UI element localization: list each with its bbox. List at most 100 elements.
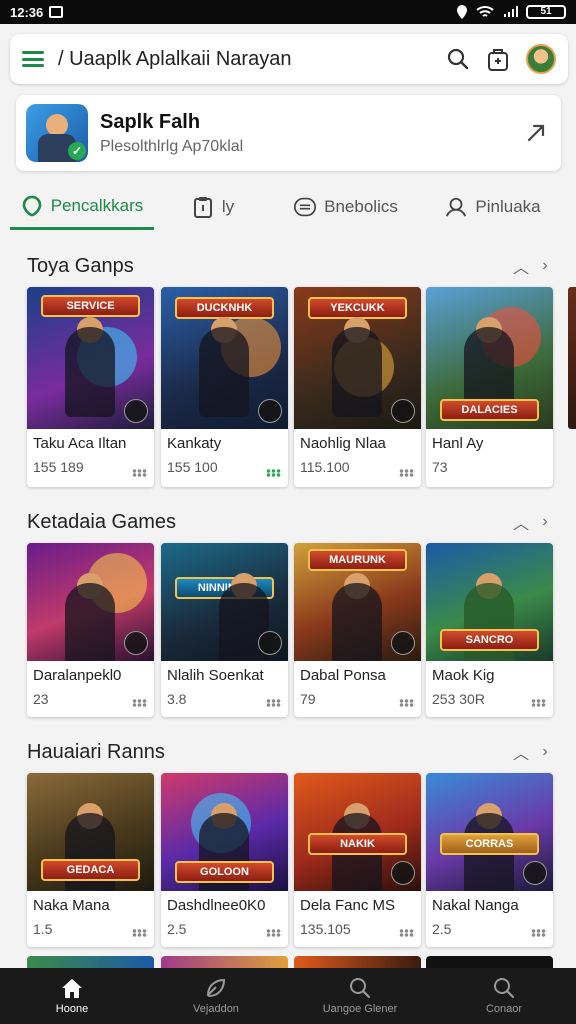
game-art: CORRAS	[426, 773, 553, 891]
game-card[interactable]: DUCKNHK Kankaty 155 100	[161, 287, 288, 487]
chevron-up-icon[interactable]: ︿	[513, 259, 529, 277]
search-icon	[348, 977, 372, 999]
game-card[interactable]: YEKCUKK Naohlig Nlaa 115.100	[294, 287, 421, 487]
game-name: Nlalih Soenkat	[167, 667, 264, 684]
more-icon[interactable]	[531, 699, 547, 707]
open-arrow-icon[interactable]	[521, 118, 551, 148]
app-card[interactable]: ✓ Saplk Falh Plesolthlrlg Ap70klal	[16, 95, 561, 171]
nav-vejaddon[interactable]: Vejaddon	[144, 968, 288, 1024]
game-badge-icon	[258, 631, 282, 655]
game-banner: DALACIES	[440, 399, 539, 421]
game-name: Daralanpekl0	[33, 667, 122, 684]
game-badge-icon	[124, 631, 148, 655]
tab-bnebolics[interactable]: Bnebolics	[272, 184, 420, 230]
game-card[interactable]: SERVICE Taku Aca Iltan 155 189	[27, 287, 154, 487]
tab-label: Pinluaka	[475, 197, 541, 216]
game-name: Maok Kig	[432, 667, 495, 684]
app-name: Saplk Falh	[100, 110, 201, 133]
game-stat: 155 189	[33, 459, 84, 475]
game-art: YEKCUKK	[294, 287, 421, 429]
battery-icon: 51	[526, 5, 566, 19]
status-time: 12:36	[10, 4, 44, 20]
game-card[interactable]: GOLOON Dashdlnee0K0 2.5	[161, 773, 288, 947]
game-card[interactable]: GEDACA Naka Mana 1.5	[27, 773, 154, 947]
leaf-icon	[204, 977, 228, 999]
search-icon	[492, 977, 516, 999]
tab-pinluaka[interactable]: Pinluaka	[420, 184, 566, 230]
game-banner: GEDACA	[41, 859, 140, 881]
tab-label: Pencalkkars	[50, 195, 144, 215]
game-art: NAKIK	[294, 773, 421, 891]
more-icon[interactable]	[399, 699, 415, 707]
section-ketadaia-games: Ketadaia Games ︿ › Daralanpekl0 23 NINNIN…	[0, 507, 576, 727]
game-card[interactable]: NINNINAS Nlalih Soenkat 3.8	[161, 543, 288, 717]
game-stat: 1.5	[33, 921, 53, 937]
chevron-right-icon[interactable]: ›	[538, 513, 552, 530]
game-name: Naka Mana	[33, 897, 110, 914]
game-card[interactable]: NAKIK Dela Fanc MS 135.105	[294, 773, 421, 947]
game-badge-icon	[124, 399, 148, 423]
tab-label: ly	[221, 197, 235, 216]
wifi-icon	[476, 6, 494, 17]
nav-conaor[interactable]: Conaor	[432, 968, 576, 1024]
more-icon[interactable]	[531, 929, 547, 937]
game-art: NINNINAS	[161, 543, 288, 661]
more-icon[interactable]	[266, 469, 282, 477]
game-stat: 115.100	[300, 459, 350, 475]
more-icon[interactable]	[266, 929, 282, 937]
section-title: Ketadaia Games	[27, 510, 176, 533]
more-icon[interactable]	[132, 699, 148, 707]
more-icon[interactable]	[399, 929, 415, 937]
app-subtitle: Plesolthlrlg Ap70klal	[100, 137, 244, 155]
game-banner: MAURUNK	[308, 549, 407, 571]
nav-label: Vejaddon	[193, 1003, 239, 1015]
game-card[interactable]: DALACIES Hanl Ay 73	[426, 287, 553, 487]
chevron-right-icon[interactable]: ›	[538, 257, 552, 274]
search-bar-title[interactable]: / Uaaplk Aplalkaii Narayan	[58, 48, 432, 71]
game-name: Nakal Nanga	[432, 897, 519, 914]
game-card[interactable]: CORRAS Nakal Nanga 2.5	[426, 773, 553, 947]
game-stat: 3.8	[167, 691, 187, 707]
more-icon[interactable]	[132, 469, 148, 477]
cart-icon[interactable]	[484, 45, 512, 73]
chevron-up-icon[interactable]: ︿	[513, 515, 529, 533]
game-card-peek[interactable]	[568, 287, 576, 429]
game-card[interactable]: SANCRO Maok Kig 253 30R	[426, 543, 553, 717]
signal-icon	[504, 6, 518, 17]
nav-label: Uangoe Glener	[322, 1003, 398, 1015]
search-icon[interactable]	[444, 45, 472, 73]
chevron-up-icon[interactable]: ︿	[513, 745, 529, 763]
game-name: Dela Fanc MS	[300, 897, 396, 914]
game-card[interactable]: MAURUNK Dabal Ponsa 79	[294, 543, 421, 717]
game-banner: DUCKNHK	[175, 297, 274, 319]
game-banner: SERVICE	[41, 295, 140, 317]
game-banner: YEKCUKK	[308, 297, 407, 319]
nav-home[interactable]: Hoone	[0, 968, 144, 1024]
game-art: GEDACA	[27, 773, 154, 891]
tab-pencalkkars[interactable]: Pencalkkars	[10, 184, 154, 230]
chevron-right-icon[interactable]: ›	[538, 743, 552, 760]
section-title: Toya Ganps	[27, 254, 134, 277]
tab-ly[interactable]: ly	[154, 184, 272, 230]
more-icon[interactable]	[266, 699, 282, 707]
game-banner: GOLOON	[175, 861, 274, 883]
game-stat: 253 30R	[432, 691, 485, 707]
menu-icon[interactable]	[22, 51, 44, 67]
more-icon[interactable]	[132, 929, 148, 937]
game-card[interactable]: Daralanpekl0 23	[27, 543, 154, 717]
search-bar[interactable]: / Uaaplk Aplalkaii Narayan	[10, 34, 568, 84]
clipboard-icon	[192, 196, 214, 218]
bottom-nav: Hoone Vejaddon Uangoe Glener Conaor	[0, 968, 576, 1024]
game-banner: SANCRO	[440, 629, 539, 651]
nav-label: Hoone	[55, 1003, 89, 1015]
chat-icon	[294, 196, 317, 218]
avatar[interactable]	[526, 44, 556, 74]
game-stat: 79	[300, 691, 316, 707]
app-icon: ✓	[26, 104, 88, 162]
game-stat: 2.5	[432, 921, 452, 937]
game-art: SANCRO	[426, 543, 553, 661]
more-icon[interactable]	[399, 469, 415, 477]
section-hauaiari-ranns: Hauaiari Ranns ︿ › GEDACA Naka Mana 1.5 G…	[0, 737, 576, 957]
nav-uangoe-glener[interactable]: Uangoe Glener	[288, 968, 432, 1024]
game-stat: 135.105	[300, 921, 351, 937]
